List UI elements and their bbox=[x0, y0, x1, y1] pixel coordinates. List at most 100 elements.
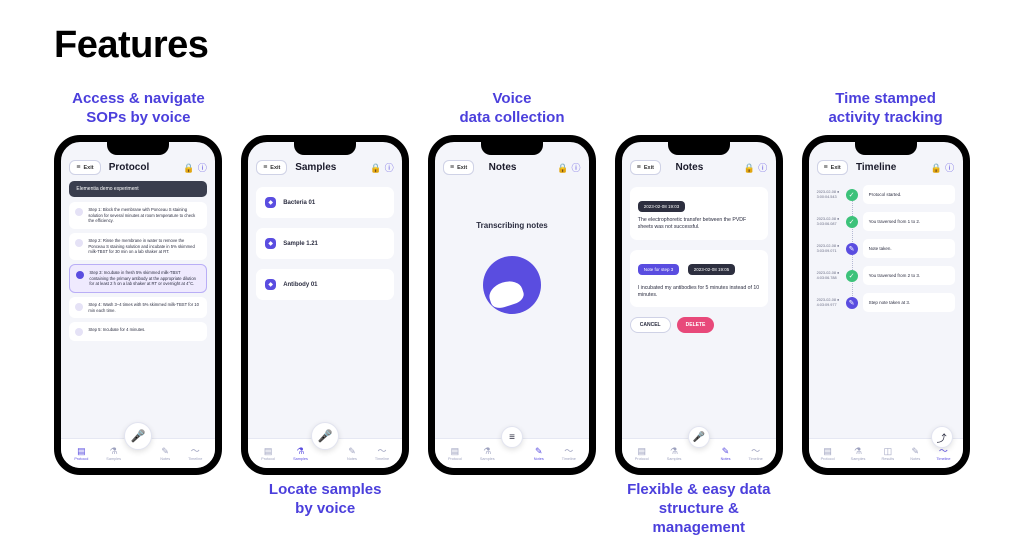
phone-protocol: Exit Protocol 🔒 ⓘ Elementia demo experim… bbox=[54, 135, 222, 475]
tab-timeline[interactable]: 〜Timeline bbox=[375, 447, 389, 461]
protocol-step[interactable]: Step 2: Rinse the membrane in water to r… bbox=[69, 233, 207, 260]
tab-protocol[interactable]: ▤Protocol bbox=[821, 447, 835, 461]
list-icon: ▤ bbox=[637, 447, 646, 456]
note-date: 2023-02-08 19:05 bbox=[688, 264, 736, 275]
tab-notes[interactable]: ✎Notes bbox=[160, 447, 170, 461]
notch bbox=[481, 142, 543, 155]
note-date: 2023-02-08 19:03 bbox=[638, 201, 686, 212]
phone-timeline: Exit Timeline 🔒 ⓘ 2023-02-08 ● 3:00:04.5… bbox=[802, 135, 970, 475]
timeline-row[interactable]: 2023-02-08 ● 4:03:09.977 ✎ Step note tak… bbox=[817, 293, 955, 312]
lock-icon[interactable]: 🔒 bbox=[744, 163, 754, 173]
note-icon: ✎ bbox=[161, 447, 169, 456]
tab-timeline[interactable]: 〜Timeline bbox=[936, 447, 950, 461]
notch bbox=[855, 142, 917, 155]
lock-icon[interactable]: 🔒 bbox=[931, 163, 941, 173]
note-icon: ✎ bbox=[348, 447, 356, 456]
tab-notes[interactable]: ✎Notes bbox=[721, 447, 731, 461]
phone-transcribe: Exit Notes 🔒 ⓘ Transcribing notes ≡ bbox=[428, 135, 596, 475]
tab-notes[interactable]: ✎Notes bbox=[910, 447, 920, 461]
protocol-step[interactable]: Step 4: Wash 3–4 times with 5% skimmed m… bbox=[69, 297, 207, 318]
protocol-step[interactable]: Step 1: Block the membrane with Ponceau … bbox=[69, 202, 207, 229]
timeline-row[interactable]: 2023-02-08 ● 3:00:04.543 ✓ Protocol star… bbox=[817, 185, 955, 204]
info-icon[interactable]: ⓘ bbox=[758, 163, 768, 173]
tab-protocol[interactable]: ▤Protocol bbox=[635, 447, 649, 461]
note-text: I incubated my antibodies for 5 minutes … bbox=[638, 285, 760, 300]
info-icon[interactable]: ⓘ bbox=[197, 163, 207, 173]
info-icon[interactable]: ⓘ bbox=[945, 163, 955, 173]
note-text: The electrophoretic transfer between the… bbox=[638, 217, 760, 232]
caption-notes: Flexible & easy datastructure & manageme… bbox=[614, 481, 783, 537]
sample-card[interactable]: ◆Sample 1.21 bbox=[256, 228, 394, 259]
tab-timeline[interactable]: 〜Timeline bbox=[562, 447, 576, 461]
sample-card[interactable]: ◆Bacteria 01 bbox=[256, 187, 394, 218]
sample-icon: ◆ bbox=[265, 238, 276, 249]
note-tag: Note for step 3 bbox=[638, 264, 680, 275]
screen-title: Protocol bbox=[79, 162, 180, 173]
lock-icon[interactable]: 🔒 bbox=[557, 163, 567, 173]
info-icon[interactable]: ⓘ bbox=[571, 163, 581, 173]
tab-samples[interactable]: ⚗Samples bbox=[667, 447, 682, 461]
share-fab[interactable]: ⤴ bbox=[931, 426, 953, 448]
tab-protocol[interactable]: ▤Protocol bbox=[448, 447, 462, 461]
timeline-row[interactable]: 2023-02-08 ● 3:03:06.087 ✓ You traversed… bbox=[817, 212, 955, 231]
note-icon: ✎ bbox=[722, 447, 730, 456]
tab-timeline[interactable]: 〜Timeline bbox=[749, 447, 763, 461]
screen-title: Samples bbox=[265, 162, 366, 173]
check-icon: ✓ bbox=[846, 216, 858, 228]
chart-icon: 〜 bbox=[191, 447, 200, 456]
sample-icon: ◆ bbox=[265, 279, 276, 290]
caption-samples: Locate samplesby voice bbox=[269, 481, 382, 519]
cancel-button[interactable]: CANCEL bbox=[630, 317, 671, 333]
protocol-banner: Elementia demo experiment bbox=[69, 181, 207, 197]
voice-orb-icon bbox=[483, 256, 541, 314]
flask-icon: ⚗ bbox=[670, 447, 678, 456]
delete-button[interactable]: DELETE bbox=[677, 317, 715, 333]
mic-fab[interactable]: 🎤 bbox=[688, 426, 710, 448]
notch bbox=[107, 142, 169, 155]
chart-icon: 〜 bbox=[378, 447, 387, 456]
mic-fab[interactable]: 🎤 bbox=[124, 422, 152, 450]
lock-icon[interactable]: 🔒 bbox=[370, 163, 380, 173]
list-icon: ▤ bbox=[77, 447, 86, 456]
flask-icon: ⚗ bbox=[854, 447, 862, 456]
sample-card[interactable]: ◆Antibody 01 bbox=[256, 269, 394, 300]
tab-notes[interactable]: ✎Notes bbox=[534, 447, 544, 461]
tab-timeline[interactable]: 〜Timeline bbox=[188, 447, 202, 461]
note-card[interactable]: 2023-02-08 19:03 The electrophoretic tra… bbox=[630, 187, 768, 240]
flask-icon: ⚗ bbox=[110, 447, 118, 456]
sample-icon: ◆ bbox=[265, 197, 276, 208]
timeline-row[interactable]: 2023-02-08 ● 3:03:09.071 ✎ Note taken. bbox=[817, 239, 955, 258]
phones-row: Access & navigateSOPs by voice Exit Prot… bbox=[54, 89, 970, 537]
note-card[interactable]: Note for step 3 2023-02-08 19:05 I incub… bbox=[630, 250, 768, 308]
screen-title: Notes bbox=[639, 162, 740, 173]
caption-timeline: Time stampedactivity tracking bbox=[828, 89, 942, 129]
tab-protocol[interactable]: ▤Protocol bbox=[261, 447, 275, 461]
screen-title: Notes bbox=[452, 162, 553, 173]
info-icon[interactable]: ⓘ bbox=[384, 163, 394, 173]
flask-icon: ⚗ bbox=[483, 447, 491, 456]
tab-samples[interactable]: ⚗Samples bbox=[293, 447, 308, 461]
check-icon: ✓ bbox=[846, 270, 858, 282]
results-icon: ◫ bbox=[884, 447, 893, 456]
tab-protocol[interactable]: ▤Protocol bbox=[74, 447, 88, 461]
tab-samples[interactable]: ⚗Samples bbox=[106, 447, 121, 461]
tab-notes[interactable]: ✎Notes bbox=[347, 447, 357, 461]
timeline-row[interactable]: 2023-02-08 ● 4:03:06.788 ✓ You traversed… bbox=[817, 266, 955, 285]
tab-results[interactable]: ◫Results bbox=[882, 447, 895, 461]
lock-icon[interactable]: 🔒 bbox=[183, 163, 193, 173]
phone-samples: Exit Samples 🔒 ⓘ ◆Bacteria 01 ◆Sample 1.… bbox=[241, 135, 409, 475]
page-heading: Features bbox=[54, 24, 970, 67]
protocol-step-active[interactable]: Step 3: Incubate in fresh 5% skimmed mil… bbox=[69, 264, 207, 293]
tab-samples[interactable]: ⚗Samples bbox=[480, 447, 495, 461]
list-icon: ▤ bbox=[823, 447, 832, 456]
mic-fab[interactable]: 🎤 bbox=[311, 422, 339, 450]
chart-icon: 〜 bbox=[564, 447, 573, 456]
protocol-step[interactable]: Step 5: Incubate for 4 minutes. bbox=[69, 322, 207, 341]
note-dot-icon: ✎ bbox=[846, 297, 858, 309]
check-icon: ✓ bbox=[846, 189, 858, 201]
tab-samples[interactable]: ⚗Samples bbox=[851, 447, 866, 461]
list-icon: ▤ bbox=[451, 447, 460, 456]
pause-fab[interactable]: ≡ bbox=[501, 426, 523, 448]
transcribing-label: Transcribing notes bbox=[443, 221, 581, 230]
list-icon: ▤ bbox=[264, 447, 273, 456]
